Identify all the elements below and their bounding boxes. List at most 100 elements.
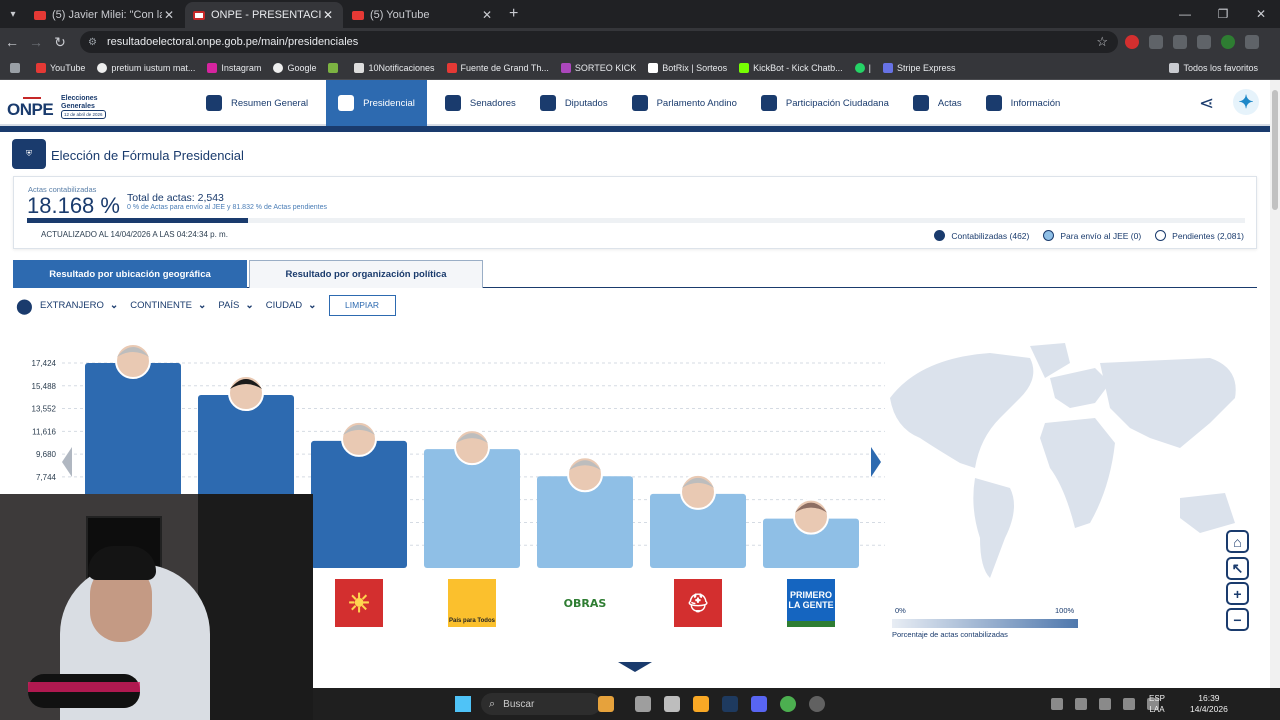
reload-icon[interactable]: ↻ <box>48 34 72 51</box>
bookmark-kickbot[interactable]: KickBot - Kick Chatb... <box>739 62 843 73</box>
windows-start-icon[interactable] <box>455 696 471 712</box>
browser-menu-icon[interactable] <box>1245 35 1259 49</box>
apps-grid-icon[interactable] <box>10 62 24 73</box>
europe-shape <box>1050 368 1110 408</box>
actas-legend: Contabilizadas (462) Para envío al JEE (… <box>934 230 1244 241</box>
south-america-shape <box>973 478 1014 578</box>
youtube-icon <box>352 10 364 20</box>
map-home-icon[interactable]: ⌂ <box>1226 530 1249 553</box>
share-icon[interactable]: ⋖ <box>1199 93 1214 114</box>
tab-title: (5) Javier Milei: "Con la izquierda <box>52 9 162 21</box>
task-view-icon[interactable] <box>635 696 651 712</box>
browser-tab-strip: ▾ (5) Javier Milei: "Con la izquierda ✕ … <box>0 0 1280 28</box>
nav-diputados[interactable]: Diputados <box>528 80 620 126</box>
close-window-icon[interactable]: ✕ <box>1242 0 1280 28</box>
browser-tab-2[interactable]: ONPE - PRESENTACIÓN DE RESULTADOS ✕ <box>185 2 343 28</box>
app-icon[interactable] <box>809 696 825 712</box>
legend-jee: Para envío al JEE (0) <box>1043 230 1141 241</box>
extension-icon[interactable] <box>1125 35 1139 49</box>
onpe-logo[interactable]: ONPE Elecciones Generales 12 de abril de… <box>7 88 117 120</box>
bookmark-google[interactable]: Google <box>273 62 316 73</box>
taskbar-clock[interactable]: 16:39 14/4/2026 <box>1190 693 1228 715</box>
tray-app-icon[interactable] <box>1075 698 1087 710</box>
filter-extranjero[interactable]: EXTRANJERO ⌄ <box>40 300 118 311</box>
clear-filters-button[interactable]: LIMPIAR <box>328 294 396 316</box>
minimize-icon[interactable]: — <box>1166 0 1204 28</box>
browser-tab-1[interactable]: (5) Javier Milei: "Con la izquierda ✕ <box>26 2 184 28</box>
system-tray <box>1051 688 1159 720</box>
logo-date: 12 de abril de 2026 <box>61 110 106 119</box>
chevron-down-icon: ⌄ <box>198 299 207 311</box>
tray-app-icon[interactable] <box>1123 698 1135 710</box>
participation-icon <box>760 95 777 111</box>
nav-senadores[interactable]: Senadores <box>433 80 528 126</box>
forward-icon[interactable]: → <box>24 34 48 50</box>
chevron-down-icon: ⌄ <box>245 299 254 311</box>
filter-pais[interactable]: PAÍS ⌄ <box>218 300 253 311</box>
map-zoom-in-icon[interactable]: + <box>1226 582 1249 605</box>
extensions-puzzle-icon[interactable] <box>1173 35 1187 49</box>
chart-prev-arrow-icon[interactable] <box>62 447 72 477</box>
chevron-down-icon: ⌄ <box>109 299 119 311</box>
address-bar-row: ← → ↻ ⚙ resultadoelectoral.onpe.gob.pe/m… <box>0 28 1280 56</box>
tab-organizacion-politica[interactable]: Resultado por organización política <box>249 260 483 288</box>
back-icon[interactable]: ← <box>0 34 24 50</box>
close-tab-icon[interactable]: ✕ <box>480 8 494 22</box>
close-tab-icon[interactable]: ✕ <box>321 8 335 22</box>
bookmark-instagram[interactable]: Instagram <box>207 62 261 73</box>
bookmark-grand-theft[interactable]: Fuente de Grand Th... <box>446 62 549 73</box>
scrollbar-thumb[interactable] <box>1272 90 1278 210</box>
profile-avatar[interactable] <box>1221 35 1235 49</box>
nav-resumen-general[interactable]: Resumen General <box>194 80 320 126</box>
tray-chevron-icon[interactable] <box>1051 698 1063 710</box>
language-indicator[interactable]: ESP LAA <box>1149 693 1165 715</box>
widget-icon[interactable] <box>598 696 614 712</box>
discord-icon[interactable] <box>751 696 767 712</box>
national-shield-icon: ⛨ <box>12 139 46 169</box>
search-icon: ⌕ <box>489 697 496 710</box>
site-info-icon[interactable]: ⚙ <box>88 37 97 48</box>
filter-ciudad[interactable]: CIUDAD ⌄ <box>266 300 317 311</box>
taskbar-search[interactable]: ⌕ Buscar <box>481 693 601 715</box>
bookmark-stripe-express[interactable]: Stripe Express <box>883 62 956 73</box>
candidate-bar[interactable] <box>311 440 407 568</box>
filter-continente[interactable]: CONTINENTE ⌄ <box>130 300 206 311</box>
youtube-icon <box>34 10 46 20</box>
bookmark-10notificaciones[interactable]: 10Notificaciones <box>354 62 435 73</box>
scroll-down-arrow-icon[interactable] <box>618 662 652 672</box>
page-scrollbar[interactable] <box>1270 80 1280 688</box>
tab-search-button[interactable]: ▾ <box>0 0 26 28</box>
tray-app-icon[interactable] <box>1099 698 1111 710</box>
restore-icon[interactable]: ❐ <box>1204 0 1242 28</box>
world-map[interactable] <box>880 338 1260 598</box>
nav-presidencial[interactable]: Presidencial <box>326 80 427 126</box>
tab-ubicacion-geografica[interactable]: Resultado por ubicación geográfica <box>13 260 247 288</box>
new-tab-button[interactable]: + <box>503 2 524 28</box>
all-bookmarks-folder[interactable]: Todos los favoritos <box>1169 62 1258 73</box>
bookmark-sorteo-kick[interactable]: SORTEO KICK <box>560 62 636 73</box>
nav-participacion-ciudadana[interactable]: Participación Ciudadana <box>749 80 901 126</box>
bookmark-whatsapp[interactable]: | <box>854 62 871 73</box>
close-tab-icon[interactable]: ✕ <box>162 8 176 22</box>
tab-title: (5) YouTube <box>370 9 430 21</box>
chrome-icon[interactable] <box>780 696 796 712</box>
browser-tab-3[interactable]: (5) YouTube ✕ <box>344 2 502 28</box>
nav-actas[interactable]: Actas <box>901 80 974 126</box>
map-zoom-out-icon[interactable]: − <box>1226 608 1249 631</box>
map-pointer-icon[interactable]: ↖ <box>1226 557 1249 580</box>
nav-informacion[interactable]: Información <box>974 80 1073 126</box>
bookmark-botrix[interactable]: BotRix | Sorteos <box>648 62 727 73</box>
reading-list-icon[interactable] <box>1197 35 1211 49</box>
url-input[interactable]: ⚙ resultadoelectoral.onpe.gob.pe/main/pr… <box>80 31 1118 53</box>
file-explorer-icon[interactable] <box>693 696 709 712</box>
extension-icon[interactable] <box>1149 35 1163 49</box>
app-icon[interactable] <box>664 696 680 712</box>
bookmark-extension[interactable] <box>328 62 342 73</box>
nav-parlamento-andino[interactable]: Parlamento Andino <box>620 80 749 126</box>
accessibility-icon[interactable]: ✦ <box>1233 89 1259 115</box>
photoshop-icon[interactable] <box>722 696 738 712</box>
bookmark-star-icon[interactable]: ☆ <box>1096 34 1108 50</box>
candidate-bar[interactable] <box>424 449 520 568</box>
bookmark-youtube[interactable]: YouTube <box>36 62 85 73</box>
bookmark-pretium[interactable]: pretium iustum mat... <box>97 62 195 73</box>
